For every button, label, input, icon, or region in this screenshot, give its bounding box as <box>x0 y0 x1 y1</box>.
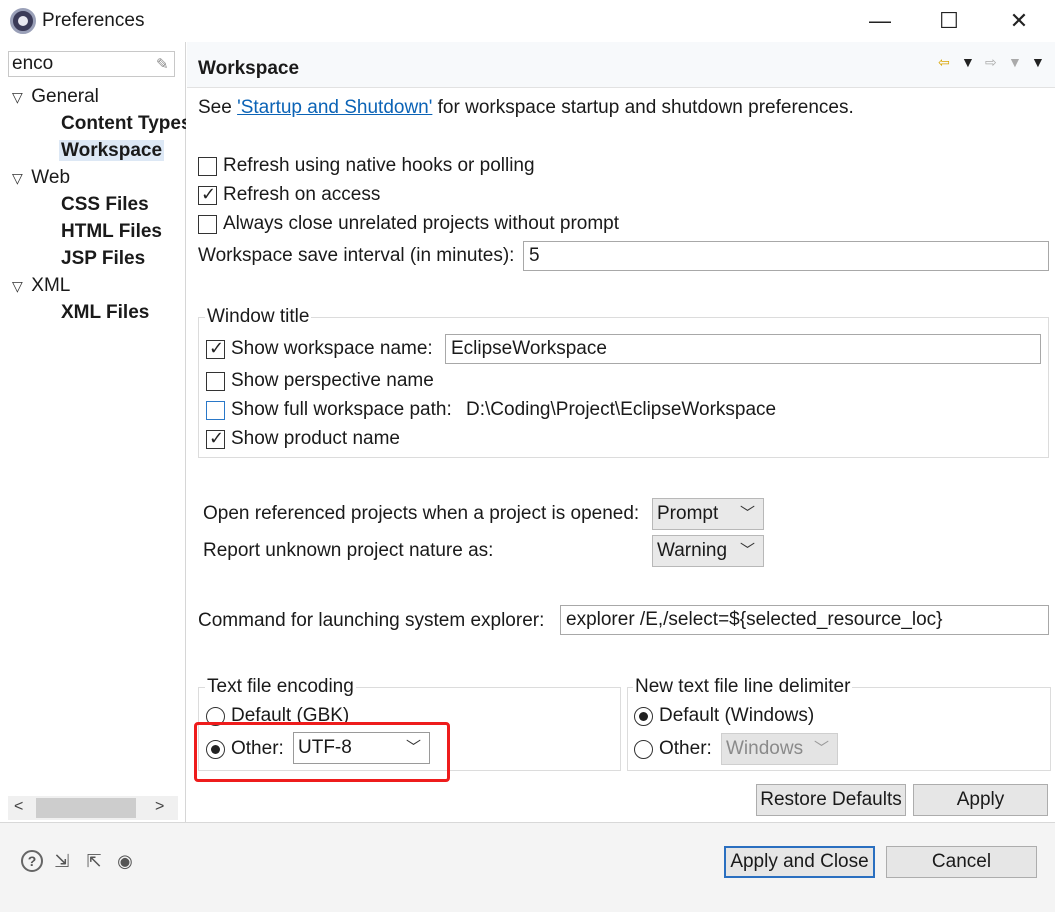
show-product-name-label: Show product name <box>231 428 400 449</box>
show-workspace-name-checkbox[interactable] <box>206 338 225 359</box>
show-perspective-name-label: Show perspective name <box>231 370 434 391</box>
filter-input-value: enco <box>12 53 54 74</box>
delimiter-other-label: Other: <box>659 738 712 759</box>
workspace-name-input[interactable]: EclipseWorkspace <box>445 334 1041 364</box>
delimiter-default-label: Default (Windows) <box>659 705 815 726</box>
chevron-down-icon: ﹀ <box>739 505 755 522</box>
delimiter-select[interactable]: Windows ﹀ <box>721 733 838 765</box>
refresh-on-access-label: Refresh on access <box>223 184 381 205</box>
chevron-down-icon: ﹀ <box>813 740 829 757</box>
tree-item-general[interactable]: ▽ General <box>12 83 186 110</box>
open-referenced-select[interactable]: Prompt ﹀ <box>652 498 764 530</box>
scroll-right-icon[interactable]: > <box>155 798 164 816</box>
highlight-annotation-box <box>194 722 450 782</box>
explorer-command-label: Command for launching system explorer: <box>198 610 545 631</box>
always-close-checkbox[interactable] <box>198 215 217 234</box>
intro-text: See 'Startup and Shutdown' for workspace… <box>198 97 854 118</box>
minimize-button[interactable]: — <box>856 4 904 38</box>
show-full-path-label: Show full workspace path: <box>231 399 452 420</box>
scrollbar-thumb[interactable] <box>36 798 136 818</box>
close-button[interactable]: ✕ <box>995 4 1043 38</box>
report-unknown-label: Report unknown project nature as: <box>203 540 494 561</box>
chevron-down-icon[interactable]: ▽ <box>12 84 26 111</box>
restore-defaults-button[interactable]: Restore Defaults <box>756 784 906 816</box>
tree-item-jsp-files[interactable]: JSP Files <box>12 245 186 272</box>
tree-item-xml[interactable]: ▽ XML <box>12 272 186 299</box>
show-perspective-name-checkbox[interactable] <box>206 372 225 391</box>
record-icon[interactable]: ◉ <box>114 850 136 872</box>
tree-item-css-files[interactable]: CSS Files <box>12 191 186 218</box>
text-encoding-group-label: Text file encoding <box>205 676 356 698</box>
apply-button[interactable]: Apply <box>913 784 1048 816</box>
page-title: Workspace <box>198 58 300 79</box>
eraser-icon[interactable]: ✎ <box>156 55 169 73</box>
line-delimiter-group-label: New text file line delimiter <box>633 676 853 698</box>
chevron-down-icon[interactable]: ▽ <box>12 273 26 300</box>
tree-item-html-files[interactable]: HTML Files <box>12 218 186 245</box>
maximize-button[interactable]: ☐ <box>925 4 973 38</box>
back-menu-chevron-icon[interactable]: ▼ <box>961 54 975 70</box>
tree-item-web[interactable]: ▽ Web <box>12 164 186 191</box>
tree-item-workspace[interactable]: Workspace <box>12 137 186 164</box>
refresh-on-access-checkbox[interactable] <box>198 184 217 205</box>
show-workspace-name-label: Show workspace name: <box>231 338 433 359</box>
open-referenced-label: Open referenced projects when a project … <box>203 503 640 524</box>
forward-menu-chevron-icon[interactable]: ▼ <box>1008 54 1022 70</box>
preference-tree: ▽ General Content Types Workspace ▽ Web … <box>12 83 186 326</box>
report-unknown-select[interactable]: Warning ﹀ <box>652 535 764 567</box>
always-close-label: Always close unrelated projects without … <box>223 213 620 234</box>
show-product-name-checkbox[interactable] <box>206 428 225 449</box>
scroll-left-icon[interactable]: < <box>14 798 23 816</box>
export-icon[interactable]: ⇱ <box>83 850 105 872</box>
save-interval-label: Workspace save interval (in minutes): <box>198 245 515 266</box>
explorer-command-input[interactable]: explorer /E,/select=${selected_resource_… <box>560 605 1049 635</box>
refresh-native-hooks-checkbox[interactable] <box>198 157 217 176</box>
startup-shutdown-link[interactable]: 'Startup and Shutdown' <box>237 97 432 118</box>
chevron-down-icon: ﹀ <box>739 542 755 559</box>
cancel-button[interactable]: Cancel <box>886 846 1037 878</box>
tree-item-content-types[interactable]: Content Types <box>12 110 186 137</box>
save-interval-input[interactable]: 5 <box>523 241 1049 271</box>
forward-arrow-icon[interactable]: ⇨ <box>985 54 997 71</box>
apply-and-close-button[interactable]: Apply and Close <box>724 846 875 878</box>
refresh-native-hooks-label: Refresh using native hooks or polling <box>223 155 535 176</box>
back-arrow-icon[interactable]: ⇦ <box>938 54 950 71</box>
full-path-value: D:\Coding\Project\EclipseWorkspace <box>466 399 777 420</box>
tree-item-xml-files[interactable]: XML Files <box>12 299 186 326</box>
import-icon[interactable]: ⇲ <box>51 850 73 872</box>
view-menu-icon[interactable]: ▼ <box>1031 54 1045 70</box>
page-header <box>187 42 1055 88</box>
eclipse-app-icon <box>10 8 36 34</box>
show-full-path-checkbox[interactable] <box>206 401 225 420</box>
chevron-down-icon[interactable]: ▽ <box>12 165 26 192</box>
window-title: Preferences <box>42 10 145 31</box>
delimiter-default-radio[interactable] <box>634 707 653 726</box>
window-title-group-label: Window title <box>205 306 312 328</box>
help-icon[interactable]: ? <box>21 850 43 872</box>
delimiter-other-radio[interactable] <box>634 740 653 759</box>
